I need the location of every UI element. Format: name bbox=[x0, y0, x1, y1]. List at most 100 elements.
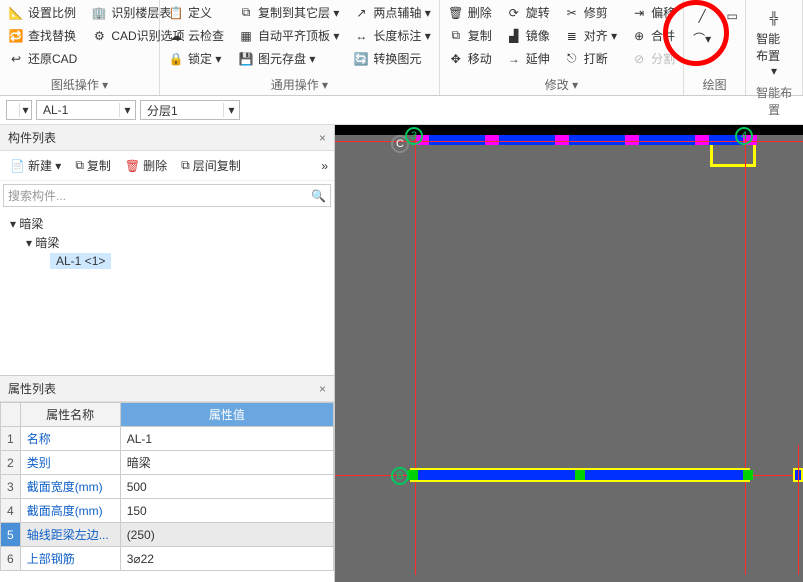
lock-button[interactable]: 🔒锁定 ▾ bbox=[164, 48, 228, 69]
line-icon: ╱ bbox=[694, 8, 710, 24]
property-panel: 属性列表 × 属性名称 属性值 1名称AL-1 2类别暗梁 3截面宽度(mm)5… bbox=[0, 375, 334, 582]
move-button[interactable]: ✥移动 bbox=[444, 48, 496, 69]
ribbon-group-smart: ╬ 智能布置 ▾ 智能布置 bbox=[746, 0, 803, 95]
length-dim-button[interactable]: ↔长度标注 ▾ bbox=[349, 25, 434, 46]
mirror-button[interactable]: ▟镜像 bbox=[502, 25, 554, 46]
copy-to-layer-button[interactable]: ⧉复制到其它层 ▾ bbox=[234, 2, 343, 23]
group-label-common[interactable]: 通用操作 ▾ bbox=[164, 74, 435, 95]
chevron-down-icon: ▾ bbox=[19, 103, 31, 117]
gridline-v bbox=[415, 135, 416, 575]
cloud-check-button[interactable]: ☁云检查 bbox=[164, 25, 228, 46]
grip-handle[interactable] bbox=[743, 470, 753, 480]
property-list-header: 属性列表 × bbox=[0, 376, 334, 402]
extend-button[interactable]: →延伸 bbox=[502, 48, 554, 69]
next-icon[interactable]: » bbox=[321, 159, 328, 173]
merge-button[interactable]: ⊕合并 bbox=[627, 25, 679, 46]
selector-row: ▾ AL-1▾ 分层1▾ bbox=[0, 96, 803, 125]
set-ratio-button[interactable]: 📐设置比例 bbox=[4, 2, 81, 23]
table-row[interactable]: 6上部钢筋3⌀22 bbox=[1, 547, 334, 571]
layer-copy-icon: ⧉ bbox=[181, 158, 190, 173]
selector-layer[interactable]: 分层1▾ bbox=[140, 100, 240, 120]
col-header-value: 属性值 bbox=[120, 403, 333, 427]
component-list-toolbar: 📄新建 ▾ ⧉复制 🗑删除 ⧉层间复制 » bbox=[0, 151, 334, 181]
auto-align-button[interactable]: ▦自动平齐顶板 ▾ bbox=[234, 25, 343, 46]
rect-icon: ▭ bbox=[724, 8, 740, 24]
magenta-seg bbox=[485, 135, 499, 145]
chevron-down-icon: ▾ bbox=[223, 103, 239, 117]
close-icon[interactable]: × bbox=[319, 382, 326, 396]
align-button[interactable]: ≣对齐 ▾ bbox=[560, 25, 621, 46]
table-row[interactable]: 4截面高度(mm)150 bbox=[1, 499, 334, 523]
ribbon: 📐设置比例 🔁查找替换 ↩还原CAD 🏢识别楼层表 ⚙CAD识别选项 图纸操作 … bbox=[0, 0, 803, 96]
col-header-name: 属性名称 bbox=[20, 403, 120, 427]
component-tree: ▾ 暗梁 ▾ 暗梁 AL-1 <1> bbox=[0, 210, 334, 375]
search-icon: 🔍 bbox=[311, 189, 326, 203]
copy-component-button[interactable]: ⧉复制 bbox=[71, 155, 115, 176]
smart-layout-button[interactable]: ╬ 智能布置 ▾ bbox=[750, 2, 798, 82]
table-row[interactable]: 3截面宽度(mm)500 bbox=[1, 475, 334, 499]
ribbon-group-drawing: 📐设置比例 🔁查找替换 ↩还原CAD 🏢识别楼层表 ⚙CAD识别选项 图纸操作 … bbox=[0, 0, 160, 95]
ribbon-group-common: 📋定义 ☁云检查 🔒锁定 ▾ ⧉复制到其它层 ▾ ▦自动平齐顶板 ▾ 💾图元存盘… bbox=[160, 0, 440, 95]
layer-copy-button[interactable]: ⧉层间复制 bbox=[177, 155, 245, 176]
offset-button[interactable]: ⇥偏移 bbox=[627, 2, 679, 23]
ribbon-group-draw: ╱ ⌒▾ ▭ 绘图 bbox=[684, 0, 746, 95]
group-label-draw: 绘图 bbox=[688, 74, 741, 95]
rotate-button[interactable]: ⟳旋转 bbox=[502, 2, 554, 23]
chevron-down-icon: ▾ bbox=[771, 64, 777, 78]
selector-component[interactable]: AL-1▾ bbox=[36, 100, 136, 120]
close-icon[interactable]: × bbox=[319, 131, 326, 145]
drawing-canvas[interactable]: C 3 4 B bbox=[335, 125, 803, 582]
axis-label-b: B bbox=[391, 467, 409, 485]
break-button[interactable]: ⎋打断 bbox=[560, 48, 621, 69]
chevron-down-icon: ▾ bbox=[119, 103, 135, 117]
search-input[interactable]: 搜索构件... 🔍 bbox=[3, 184, 331, 207]
property-table: 属性名称 属性值 1名称AL-1 2类别暗梁 3截面宽度(mm)500 4截面高… bbox=[0, 402, 334, 571]
new-icon: 📄 bbox=[10, 159, 25, 173]
yellow-bracket bbox=[710, 145, 756, 167]
new-button[interactable]: 📄新建 ▾ bbox=[6, 155, 65, 176]
left-panel: 构件列表 × 📄新建 ▾ ⧉复制 🗑删除 ⧉层间复制 » 搜索构件... 🔍 ▾… bbox=[0, 125, 335, 582]
smart-layout-icon: ╬ bbox=[762, 6, 786, 30]
grip-handle[interactable] bbox=[575, 470, 585, 480]
tree-child[interactable]: ▾ 暗梁 bbox=[10, 233, 324, 252]
two-point-aux-button[interactable]: ↗两点辅轴 ▾ bbox=[349, 2, 434, 23]
gridline-v bbox=[798, 445, 799, 575]
magenta-seg bbox=[695, 135, 709, 145]
search-placeholder: 搜索构件... bbox=[8, 187, 311, 204]
axis-label-3: 3 bbox=[405, 127, 423, 145]
split-button[interactable]: ⊘分割 bbox=[627, 48, 679, 69]
group-label-drawing[interactable]: 图纸操作 ▾ bbox=[4, 74, 155, 95]
property-list-title: 属性列表 bbox=[8, 380, 56, 397]
copy-button[interactable]: ⧉复制 bbox=[444, 25, 496, 46]
table-row[interactable]: 5轴线距梁左边...(250) bbox=[1, 523, 334, 547]
gridline-v bbox=[745, 135, 746, 575]
axis-label-4: 4 bbox=[735, 127, 753, 145]
line-tool-button[interactable]: ╱ bbox=[690, 6, 714, 26]
arc-tool-button[interactable]: ⌒▾ bbox=[690, 28, 714, 48]
ribbon-group-modify: 🗑删除 ⧉复制 ✥移动 ⟳旋转 ▟镜像 →延伸 ✂修剪 ≣对齐 ▾ ⎋打断 ⇥偏… bbox=[440, 0, 684, 95]
trash-icon: 🗑 bbox=[125, 159, 140, 173]
table-row[interactable]: 1名称AL-1 bbox=[1, 427, 334, 451]
component-list-title: 构件列表 bbox=[8, 129, 56, 146]
group-label-modify[interactable]: 修改 ▾ bbox=[444, 74, 679, 95]
arc-icon: ⌒▾ bbox=[694, 30, 710, 46]
grip-handle[interactable] bbox=[408, 470, 418, 480]
component-list-header: 构件列表 × bbox=[0, 125, 334, 151]
selector-unknown[interactable]: ▾ bbox=[6, 100, 32, 120]
tree-root[interactable]: ▾ 暗梁 bbox=[10, 214, 324, 233]
convert-elem-button[interactable]: 🔄转换图元 bbox=[349, 48, 434, 69]
trim-button[interactable]: ✂修剪 bbox=[560, 2, 621, 23]
save-elements-button[interactable]: 💾图元存盘 ▾ bbox=[234, 48, 343, 69]
rect-tool-button[interactable]: ▭ bbox=[720, 6, 744, 26]
delete-component-button[interactable]: 🗑删除 bbox=[121, 155, 171, 176]
copy-icon: ⧉ bbox=[75, 158, 84, 173]
delete-button[interactable]: 🗑删除 bbox=[444, 2, 496, 23]
magenta-seg bbox=[625, 135, 639, 145]
tree-leaf[interactable]: AL-1 <1> bbox=[10, 252, 324, 270]
magenta-seg bbox=[555, 135, 569, 145]
define-button[interactable]: 📋定义 bbox=[164, 2, 228, 23]
restore-cad-button[interactable]: ↩还原CAD bbox=[4, 48, 81, 69]
find-replace-button[interactable]: 🔁查找替换 bbox=[4, 25, 81, 46]
group-label-smart: 智能布置 bbox=[750, 82, 798, 120]
table-row[interactable]: 2类别暗梁 bbox=[1, 451, 334, 475]
